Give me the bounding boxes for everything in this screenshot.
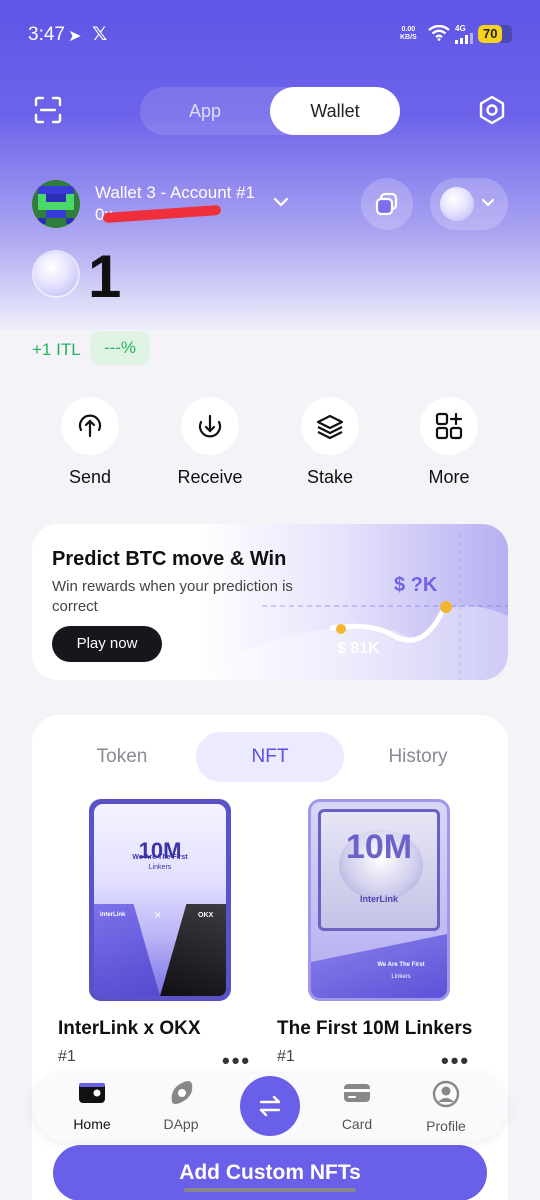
nft-art-big-text: 10M bbox=[138, 838, 182, 863]
nav-home-label: Home bbox=[73, 1116, 111, 1132]
copy-icon bbox=[375, 192, 398, 216]
more-label: More bbox=[428, 467, 470, 487]
dapp-icon bbox=[171, 1081, 193, 1104]
nft-name: InterLink x OKX bbox=[58, 1018, 201, 1039]
nft-image-10m-linkers[interactable]: 10M InterLink We Are The First Linkers bbox=[308, 799, 450, 1001]
profile-icon bbox=[432, 1080, 460, 1108]
balance-change-amount: +1 ITL bbox=[32, 340, 81, 359]
nft-art-brand-right: OKX bbox=[198, 912, 214, 919]
nav-profile[interactable]: Profile bbox=[406, 1080, 486, 1134]
account-address[interactable]: 0x bbox=[95, 204, 222, 225]
network-speed: 0.00 KB/S bbox=[400, 26, 417, 42]
battery-text: 70 bbox=[483, 26, 498, 41]
mode-toggle: App Wallet bbox=[140, 87, 400, 135]
promo-subtitle: Win rewards when your prediction is corr… bbox=[52, 578, 293, 615]
nft-art-big-text: 10M bbox=[345, 828, 413, 866]
battery-indicator: 70 bbox=[478, 25, 512, 43]
play-now-button[interactable]: Play now bbox=[52, 626, 162, 662]
nft-name: The First 10M Linkers bbox=[277, 1018, 473, 1039]
itl-token-icon bbox=[34, 252, 78, 296]
nav-card[interactable]: Card bbox=[317, 1080, 397, 1132]
wifi-icon bbox=[428, 25, 450, 41]
tab-wallet[interactable]: Wallet bbox=[270, 87, 400, 135]
network-logo-icon bbox=[440, 187, 474, 221]
status-bar: 3:47 ➤ 𝕏 0.00 KB/S 4G 70 bbox=[0, 0, 540, 70]
network-selector[interactable] bbox=[430, 178, 508, 230]
balance-amount: 1 bbox=[88, 243, 122, 310]
network-chevron-icon bbox=[481, 198, 495, 207]
tab-app[interactable]: App bbox=[140, 87, 270, 135]
nav-dapp-label: DApp bbox=[163, 1116, 199, 1132]
stake-icon bbox=[316, 414, 344, 440]
nft-more-options-icon[interactable]: ••• bbox=[222, 1048, 251, 1074]
receive-label: Receive bbox=[177, 467, 243, 487]
send-label: Send bbox=[68, 467, 112, 487]
signal-icon bbox=[455, 33, 473, 44]
nft-art-brand-left: InterLink bbox=[359, 894, 398, 904]
wallet-icon bbox=[79, 1083, 105, 1103]
signal-type: 4G bbox=[455, 24, 466, 33]
home-indicator bbox=[184, 1188, 356, 1192]
nft-number: #1 bbox=[277, 1048, 295, 1065]
nft-image-interlink-okx[interactable]: We Are The First 10M Linkers InterLink ✕… bbox=[89, 799, 231, 1001]
network-speed-unit: KB/S bbox=[400, 34, 417, 41]
more-button[interactable]: More bbox=[404, 397, 494, 488]
promo-current-price: $ 81K bbox=[337, 640, 380, 657]
telegram-icon: ➤ bbox=[68, 28, 82, 45]
settings-icon[interactable] bbox=[476, 94, 508, 126]
cross-icon: ✕ bbox=[154, 910, 162, 920]
more-icon bbox=[435, 412, 463, 440]
promo-title: Predict BTC move & Win bbox=[52, 548, 287, 570]
chevron-down-icon[interactable] bbox=[272, 196, 290, 208]
copy-address-button[interactable] bbox=[361, 178, 413, 230]
nft-more-options-icon[interactable]: ••• bbox=[441, 1048, 470, 1074]
swap-button[interactable] bbox=[240, 1076, 300, 1136]
nav-home[interactable]: Home bbox=[52, 1080, 132, 1132]
nft-art-top-text: We Are The First bbox=[377, 962, 425, 968]
stake-button[interactable]: Stake bbox=[285, 397, 375, 488]
status-time: 3:47 bbox=[28, 24, 65, 45]
tab-history[interactable]: History bbox=[360, 732, 476, 782]
account-name[interactable]: Wallet 3 - Account #1 bbox=[95, 183, 255, 203]
nav-card-label: Card bbox=[341, 1116, 373, 1132]
scan-icon[interactable] bbox=[34, 96, 62, 124]
nft-number: #1 bbox=[58, 1048, 76, 1065]
nav-dapp[interactable]: DApp bbox=[141, 1080, 221, 1132]
stake-label: Stake bbox=[306, 467, 354, 487]
balance-change-percent: ---% bbox=[90, 331, 150, 365]
promo-target-price: $ ?K bbox=[394, 574, 438, 596]
nav-profile-label: Profile bbox=[426, 1118, 466, 1134]
nft-art-small-text: Linkers bbox=[148, 864, 172, 871]
nft-art-brand-left: InterLink bbox=[100, 912, 126, 918]
send-icon bbox=[78, 414, 102, 438]
nft-art-small-text: Linkers bbox=[391, 974, 411, 980]
x-icon: 𝕏 bbox=[92, 24, 108, 45]
avatar[interactable] bbox=[32, 180, 80, 228]
swap-icon bbox=[259, 1095, 281, 1117]
tab-nft[interactable]: NFT bbox=[196, 732, 344, 782]
receive-button[interactable]: Receive bbox=[165, 397, 255, 488]
receive-icon bbox=[198, 414, 222, 438]
card-icon bbox=[344, 1084, 370, 1102]
predict-btc-banner[interactable]: Predict BTC move & Win Win rewards when … bbox=[32, 524, 508, 680]
send-button[interactable]: Send bbox=[45, 397, 135, 488]
tab-token[interactable]: Token bbox=[62, 732, 182, 782]
network-speed-value: 0.00 bbox=[401, 26, 416, 33]
